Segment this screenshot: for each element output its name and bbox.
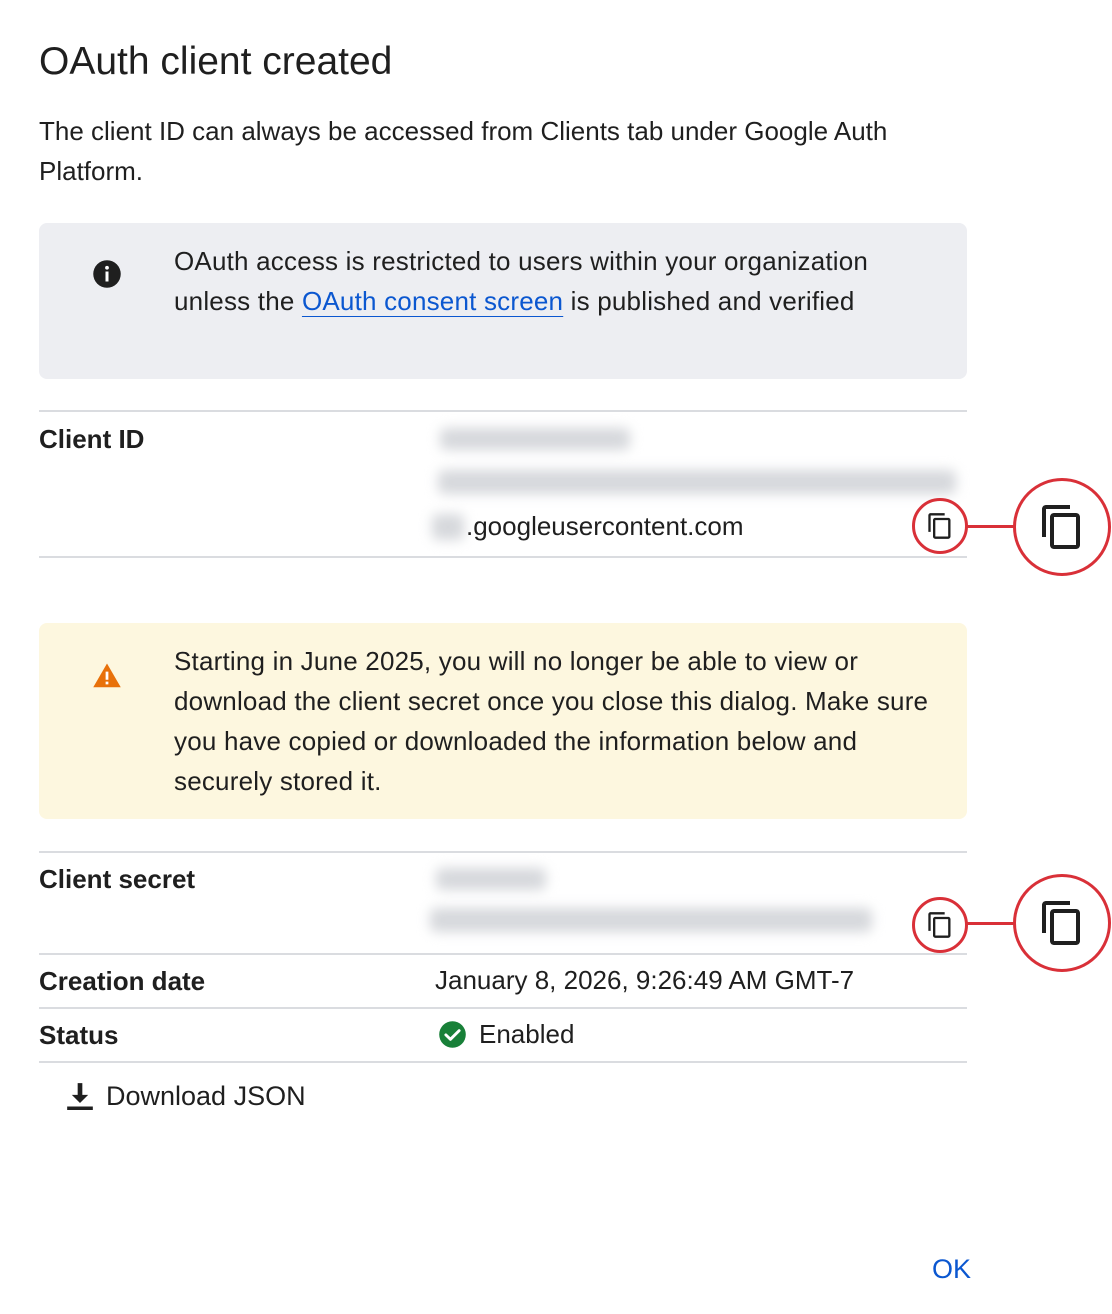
- divider: [39, 953, 967, 955]
- callout-connector: [966, 525, 1016, 528]
- download-json-button[interactable]: Download JSON: [66, 1080, 306, 1112]
- dialog-subtitle: The client ID can always be accessed fro…: [39, 116, 888, 186]
- check-circle-icon: [439, 1020, 466, 1048]
- oauth-consent-screen-link[interactable]: OAuth consent screen: [302, 286, 563, 316]
- creation-date-label: Creation date: [39, 966, 206, 996]
- copy-client-id-button[interactable]: [912, 498, 968, 554]
- divider: [39, 851, 967, 853]
- divider: [39, 410, 967, 412]
- warning-icon: [93, 663, 121, 688]
- divider: [39, 1061, 967, 1063]
- copy-icon: [928, 513, 951, 539]
- client-secret-value-redacted: [422, 858, 882, 946]
- status-text: Enabled: [479, 1019, 575, 1049]
- download-json-label: Download JSON: [106, 1080, 306, 1111]
- divider: [39, 1007, 967, 1009]
- copy-icon: [928, 912, 951, 938]
- creation-date-value: January 8, 2026, 9:26:49 AM GMT-7: [435, 965, 855, 995]
- warning-banner: Starting in June 2025, you will no longe…: [39, 623, 967, 819]
- dialog-title: OAuth client created: [39, 40, 393, 83]
- copy-icon-callout: [1013, 478, 1111, 576]
- callout-connector: [966, 922, 1016, 925]
- copy-client-secret-button[interactable]: [912, 897, 968, 953]
- warning-banner-text: Starting in June 2025, you will no longe…: [174, 646, 929, 796]
- client-id-label: Client ID: [39, 424, 145, 454]
- info-banner: OAuth access is restricted to users with…: [39, 223, 967, 379]
- client-id-value: .googleusercontent.com: [466, 511, 744, 541]
- divider: [39, 556, 967, 558]
- copy-icon: [1042, 901, 1080, 945]
- copy-icon-callout: [1013, 874, 1111, 972]
- status-value: Enabled: [438, 1018, 574, 1050]
- status-label: Status: [39, 1020, 119, 1050]
- info-icon: [93, 260, 121, 288]
- copy-icon: [1042, 505, 1080, 549]
- download-icon: [67, 1083, 93, 1110]
- ok-button[interactable]: OK: [932, 1254, 971, 1285]
- info-text-after: is published and verified: [563, 286, 855, 316]
- client-secret-label: Client secret: [39, 864, 196, 894]
- info-banner-text: OAuth access is restricted to users with…: [174, 241, 944, 321]
